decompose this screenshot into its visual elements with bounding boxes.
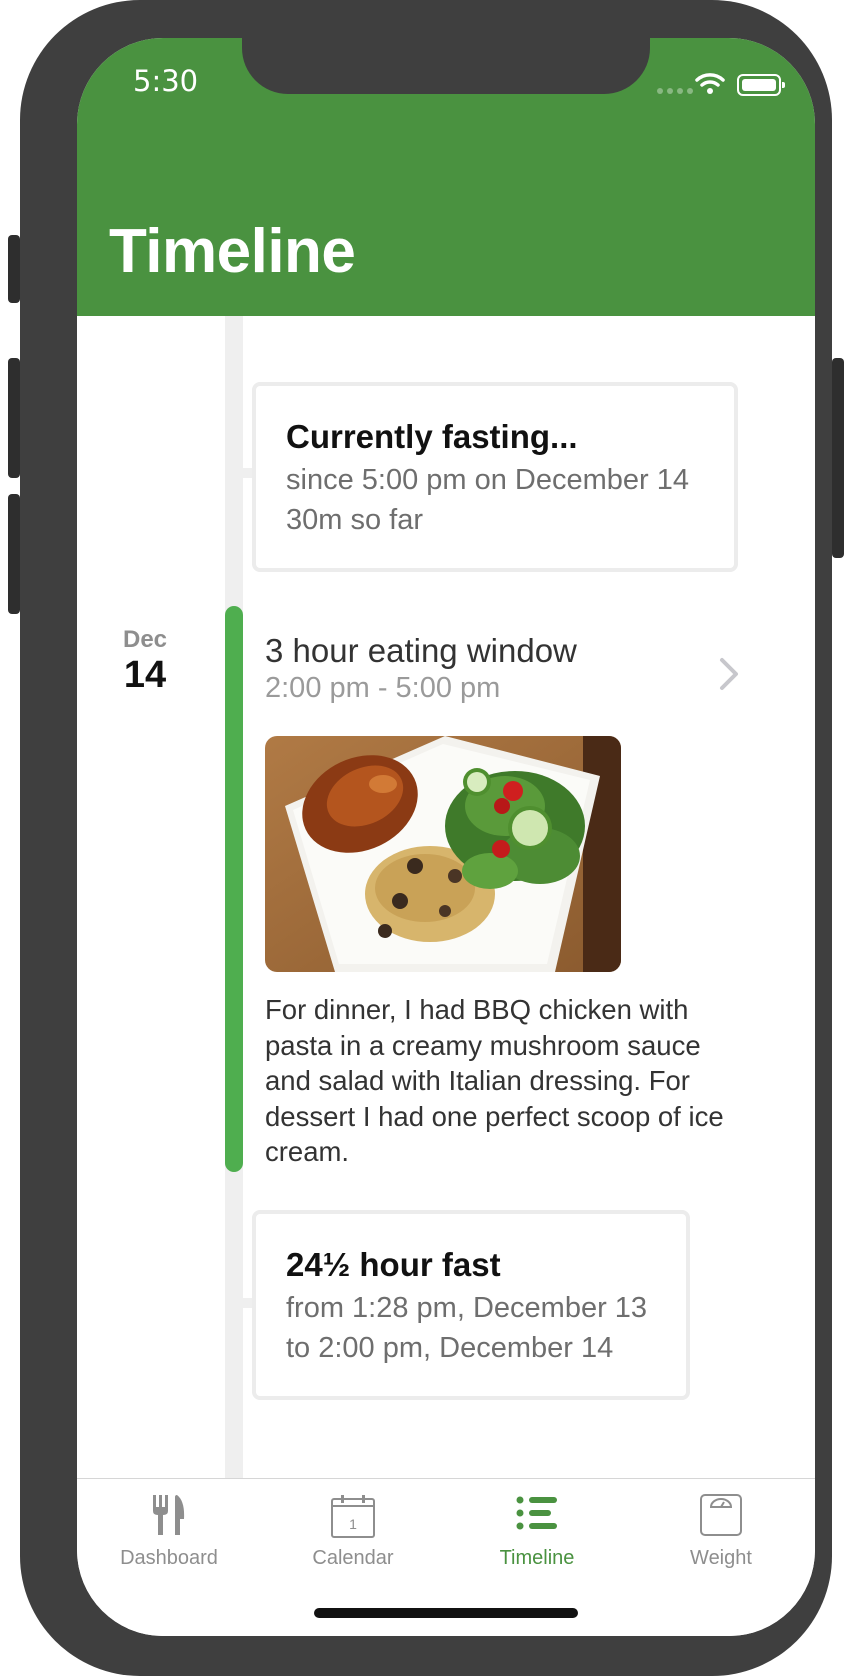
tab-label: Weight	[690, 1547, 752, 1569]
page-title: Timeline	[109, 217, 356, 286]
status-time: 5:30	[133, 64, 199, 98]
current-fast-card[interactable]: Currently fasting... since 5:00 pm on De…	[252, 382, 738, 572]
calendar-icon: 1	[331, 1495, 375, 1538]
meal-photo[interactable]	[265, 736, 621, 972]
notch	[242, 38, 650, 94]
wifi-icon	[695, 73, 725, 94]
list-icon	[516, 1496, 557, 1530]
completed-fast-title: 24½ hour fast	[286, 1246, 501, 1283]
tab-label: Timeline	[499, 1547, 575, 1569]
volume-up-button	[8, 358, 20, 478]
scale-icon	[700, 1494, 742, 1536]
current-fast-elapsed: 30m so far	[286, 504, 423, 536]
completed-fast-card[interactable]: 24½ hour fast from 1:28 pm, December 13 …	[252, 1210, 690, 1400]
cellular-signal-icon	[657, 88, 693, 94]
battery-icon	[737, 74, 785, 96]
completed-fast-to: to 2:00 pm, December 14	[286, 1332, 614, 1364]
eating-window-bar	[225, 606, 243, 1172]
home-indicator[interactable]	[314, 1608, 578, 1618]
completed-fast-from: from 1:28 pm, December 13	[286, 1292, 648, 1324]
tab-calendar[interactable]: 1 Calendar	[261, 1479, 445, 1599]
current-fast-title: Currently fasting...	[286, 418, 578, 455]
phone-frame: 5:30 Timeline Currently fasting... since…	[20, 0, 832, 1676]
chevron-right-icon[interactable]	[717, 656, 741, 692]
volume-down-button	[8, 494, 20, 614]
timeline-scroll[interactable]: Currently fasting... since 5:00 pm on De…	[77, 316, 815, 1478]
date-month: Dec	[122, 626, 168, 653]
tab-weight[interactable]: Weight	[629, 1479, 813, 1599]
meal-note: For dinner, I had BBQ chicken with pasta…	[265, 994, 724, 1167]
tab-label: Calendar	[312, 1547, 394, 1569]
power-button	[832, 358, 844, 558]
date-day: 14	[123, 654, 167, 696]
tab-label: Dashboard	[120, 1547, 218, 1569]
eating-window-title[interactable]: 3 hour eating window	[265, 632, 577, 670]
eating-window-time: 2:00 pm - 5:00 pm	[265, 672, 501, 704]
tab-dashboard[interactable]: Dashboard	[77, 1479, 261, 1599]
fork-knife-icon	[153, 1495, 185, 1535]
tab-timeline[interactable]: Timeline	[445, 1479, 629, 1599]
current-fast-since: since 5:00 pm on December 14	[286, 464, 689, 496]
mute-switch	[8, 235, 20, 303]
screen: 5:30 Timeline Currently fasting... since…	[77, 38, 815, 1636]
calendar-day: 1	[349, 1516, 357, 1532]
